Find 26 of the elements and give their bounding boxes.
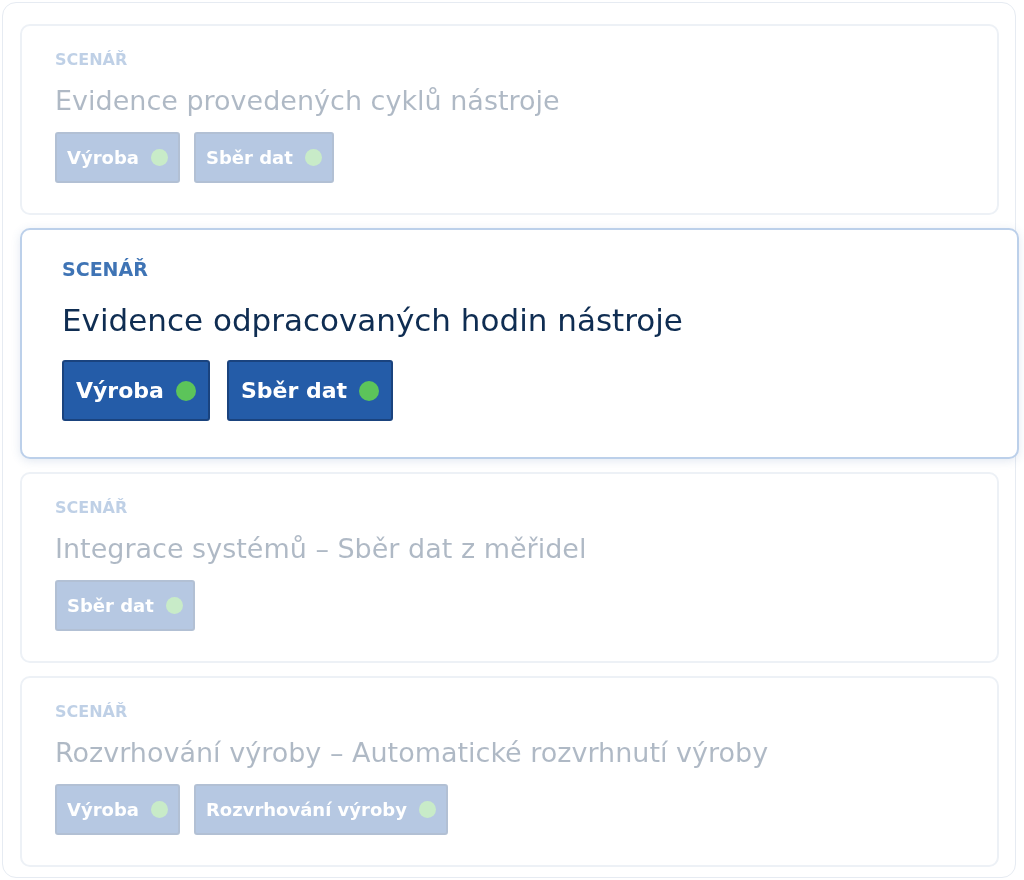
scenario-title: Evidence provedených cyklů nástroje — [55, 85, 560, 116]
status-dot-icon — [304, 149, 322, 166]
scenario-card[interactable]: SCENÁŘ Evidence provedených cyklů nástroje Výroba Sběr dat — [20, 24, 999, 215]
scenario-label: SCENÁŘ — [55, 50, 128, 69]
category-tag: Rozvrhování výroby — [193, 784, 448, 835]
scenario-label: SCENÁŘ — [55, 498, 128, 517]
status-dot-icon — [359, 380, 380, 401]
status-dot-icon — [165, 597, 183, 614]
category-tag: Sběr dat — [55, 580, 195, 631]
category-tag: Výroba — [55, 784, 180, 835]
scenario-card[interactable]: SCENÁŘ Integrace systémů – Sběr dat z měřidel Sběr dat — [20, 472, 999, 663]
status-dot-icon — [418, 801, 436, 818]
scenario-title: Rozvrhování výroby – Automatické rozvrhnutí výroby — [55, 737, 769, 768]
category-tag: Výroba — [62, 360, 210, 421]
status-dot-icon — [150, 801, 168, 818]
scenario-label: SCENÁŘ — [55, 702, 128, 721]
scenario-title: Integrace systémů – Sběr dat z měřidel — [55, 533, 587, 564]
category-tag: Výroba — [55, 132, 180, 183]
scenario-label: SCENÁŘ — [62, 258, 148, 280]
category-tag: Sběr dat — [193, 132, 334, 183]
scenario-title: Evidence odpracovaných hodin nástroje — [62, 302, 683, 338]
category-tag: Sběr dat — [226, 360, 394, 421]
scenario-card[interactable]: SCENÁŘ Evidence odpracovaných hodin nástroje Výroba Sběr dat — [20, 228, 1019, 459]
status-dot-icon — [175, 380, 196, 401]
status-dot-icon — [150, 149, 168, 166]
scenario-card[interactable]: SCENÁŘ Rozvrhování výroby – Automatické rozvrhnutí výroby Výroba Rozvrhování výroby — [20, 676, 999, 867]
